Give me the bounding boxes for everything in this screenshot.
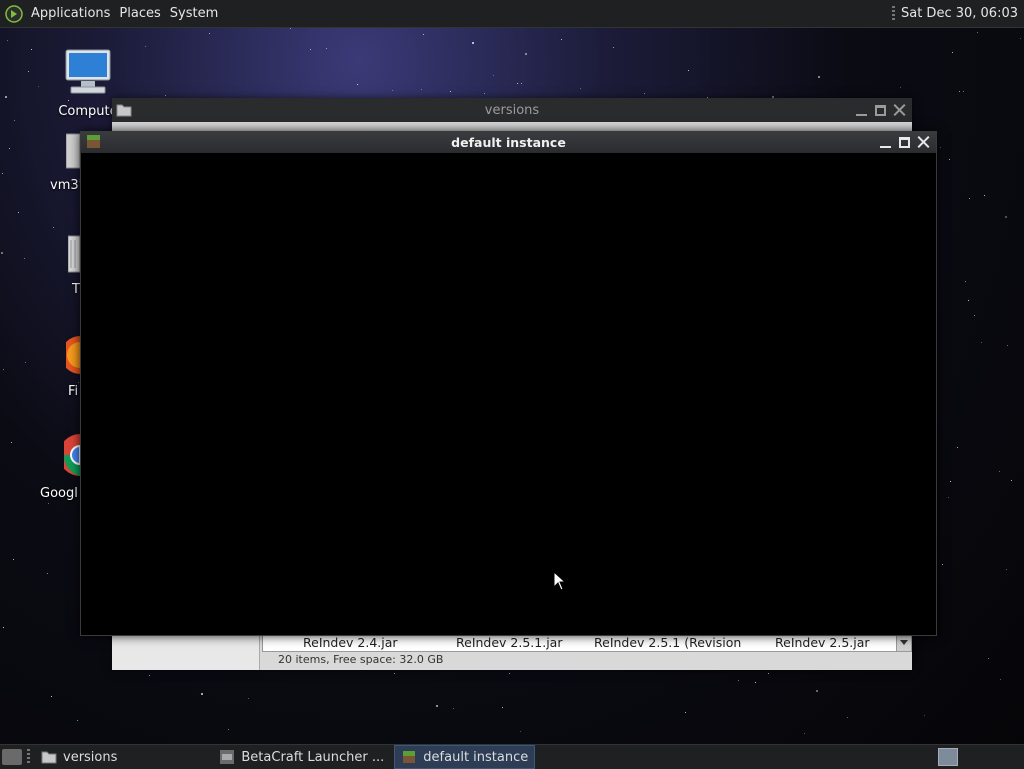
default-instance-title: default instance [451,135,566,150]
clock-area: Sat Dec 30, 06:03 [891,0,1018,27]
file-manager-sidepane[interactable] [112,633,260,670]
file-item[interactable]: ReIndev 2.5.1.jar [456,635,562,650]
default-close-button[interactable] [917,136,930,149]
folder-icon [41,751,57,764]
betacraft-icon [220,750,235,764]
mouse-cursor-icon [553,571,567,591]
task-label: default instance [423,749,529,765]
versions-maximize-button[interactable] [874,104,887,117]
versions-close-button[interactable] [893,104,906,117]
top-panel: Applications Places System Sat Dec 30, 0… [0,0,1024,28]
versions-titlebar[interactable]: versions [112,98,912,122]
panel-grip-icon [891,5,895,22]
file-item[interactable]: ReIndev 2.5.jar [775,635,870,650]
default-maximize-button[interactable] [898,136,911,149]
distro-logo-icon[interactable] [5,4,23,23]
workspace-switcher[interactable] [938,748,958,766]
status-bar: 20 items, Free space: 32.0 GB [278,653,444,666]
versions-window-title: versions [484,102,540,118]
bottom-taskbar: versions BetaCraft Launcher ... default … [0,744,1024,769]
task-label: BetaCraft Launcher ... [241,749,385,765]
menu-system[interactable]: System [170,6,218,21]
computer-icon [65,49,111,94]
default-minimize-button[interactable] [879,136,892,149]
menu-applications[interactable]: Applications [31,6,110,21]
task-versions[interactable]: versions [35,746,123,768]
clock[interactable]: Sat Dec 30, 06:03 [901,6,1018,21]
task-betacraft[interactable]: BetaCraft Launcher ... [213,746,390,768]
file-item[interactable]: ReIndev 2.5.1 (Revision [594,635,741,650]
scroll-down-button[interactable] [896,634,911,651]
minecraft-icon [403,751,416,763]
task-default-instance[interactable]: default instance [394,745,536,769]
show-desktop-icon[interactable] [2,749,22,765]
default-instance-titlebar[interactable]: default instance [81,132,936,153]
task-label: versions [63,749,118,765]
file-item[interactable]: ReIndev 2.4.jar [303,635,398,650]
versions-minimize-button[interactable] [855,104,868,117]
default-instance-window[interactable]: default instance [80,131,937,636]
taskbar-grip-icon [27,749,30,765]
menu-places[interactable]: Places [119,6,160,21]
